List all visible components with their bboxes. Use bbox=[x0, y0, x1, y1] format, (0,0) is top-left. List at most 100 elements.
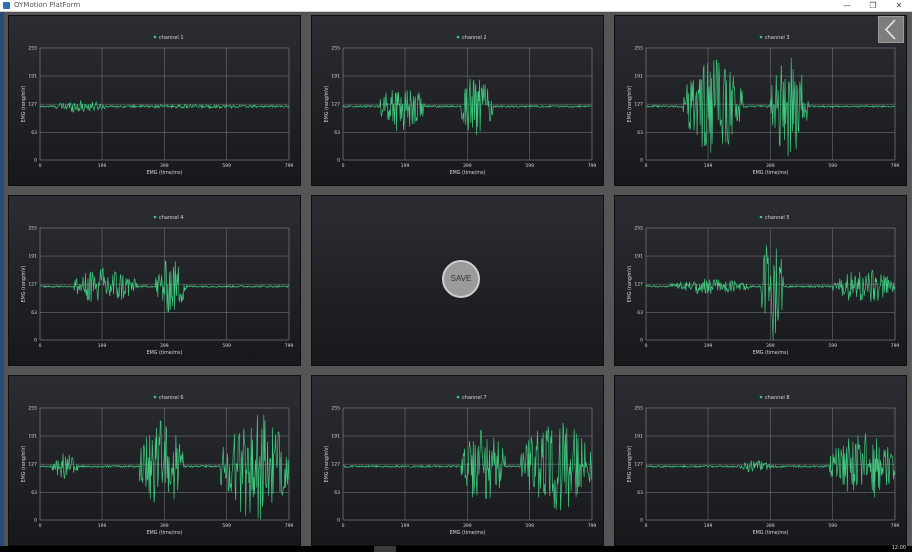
taskbar-clock: 12:00 bbox=[891, 545, 906, 551]
y-tick-label: 127 bbox=[634, 102, 643, 108]
y-tick-label: 63 bbox=[31, 490, 37, 496]
legend-label: channel 6 bbox=[159, 395, 184, 401]
main-area: channel 1 0 199 399 599 799 0 63 127 191 255 EMG (t… bbox=[4, 12, 910, 552]
x-tick-label: 199 bbox=[401, 523, 410, 529]
x-tick-label: 0 bbox=[645, 523, 648, 529]
y-tick-label: 127 bbox=[28, 282, 37, 288]
y-tick-label: 255 bbox=[634, 226, 643, 232]
y-tick-label: 63 bbox=[31, 130, 37, 136]
x-tick-label: 599 bbox=[828, 523, 837, 529]
chart-6: channel 6 0 199 399 599 799 0 63 127 191 255 EMG (t… bbox=[21, 395, 293, 536]
y-tick-label: 191 bbox=[331, 74, 340, 80]
x-tick-label: 199 bbox=[704, 163, 713, 169]
x-tick-label: 399 bbox=[463, 523, 472, 529]
y-tick-label: 191 bbox=[28, 254, 37, 260]
chart-panel-7: channel 7 0 199 399 599 799 0 63 127 191 255 EMG (t… bbox=[311, 375, 604, 546]
taskbar-app[interactable] bbox=[374, 546, 396, 552]
x-tick-label: 799 bbox=[588, 163, 597, 169]
chart-panel-2: channel 2 0 199 399 599 799 0 63 127 191 255 EMG (t… bbox=[311, 15, 604, 186]
y-tick-label: 255 bbox=[331, 406, 340, 412]
x-tick-label: 199 bbox=[704, 523, 713, 529]
x-tick-label: 399 bbox=[766, 523, 775, 529]
legend-marker bbox=[456, 35, 460, 39]
legend-marker bbox=[153, 35, 157, 39]
chart-5: channel 5 0 199 399 599 799 0 63 127 191 255 EMG (t… bbox=[627, 215, 900, 356]
x-tick-label: 0 bbox=[342, 523, 345, 529]
legend-label: channel 2 bbox=[462, 35, 487, 41]
y-tick-label: 191 bbox=[634, 74, 643, 80]
chart-panel-8: channel 8 0 199 399 599 799 0 63 127 191 255 EMG (t… bbox=[614, 375, 907, 546]
save-panel: SAVE bbox=[311, 195, 604, 366]
y-tick-label: 255 bbox=[28, 46, 37, 52]
y-tick-label: 63 bbox=[334, 130, 340, 136]
save-button[interactable]: SAVE bbox=[442, 260, 480, 298]
x-tick-label: 199 bbox=[98, 343, 107, 349]
x-tick-label: 199 bbox=[401, 163, 410, 169]
x-tick-label: 399 bbox=[160, 343, 169, 349]
minimize-button[interactable]: — bbox=[834, 0, 860, 11]
x-tick-label: 599 bbox=[222, 163, 231, 169]
x-tick-label: 599 bbox=[828, 343, 837, 349]
y-tick-label: 63 bbox=[637, 310, 643, 316]
x-axis-label: EMG (time/ms) bbox=[450, 170, 486, 176]
maximize-button[interactable]: ❐ bbox=[860, 0, 886, 11]
y-tick-label: 0 bbox=[337, 158, 340, 164]
legend-marker bbox=[759, 215, 763, 219]
x-tick-label: 0 bbox=[645, 163, 648, 169]
y-axis-label: EMG (rang/mV) bbox=[21, 266, 27, 303]
y-tick-label: 255 bbox=[331, 46, 340, 52]
x-tick-label: 599 bbox=[828, 163, 837, 169]
legend-marker bbox=[759, 35, 763, 39]
y-tick-label: 63 bbox=[334, 490, 340, 496]
legend-marker bbox=[759, 395, 763, 399]
y-tick-label: 127 bbox=[634, 282, 643, 288]
x-axis-label: EMG (time/ms) bbox=[753, 530, 789, 536]
x-tick-label: 799 bbox=[891, 523, 900, 529]
x-axis-label: EMG (time/ms) bbox=[753, 170, 789, 176]
y-tick-label: 0 bbox=[34, 518, 37, 524]
chart-panel-3: channel 3 0 199 399 599 799 0 63 127 191 255 EMG (t… bbox=[614, 15, 907, 186]
x-tick-label: 0 bbox=[645, 343, 648, 349]
legend-marker bbox=[153, 395, 157, 399]
y-tick-label: 255 bbox=[28, 406, 37, 412]
x-tick-label: 0 bbox=[39, 163, 42, 169]
window-title: OYMotion PlatForm bbox=[14, 1, 81, 9]
x-axis-label: EMG (time/ms) bbox=[147, 530, 183, 536]
back-button[interactable] bbox=[878, 16, 904, 43]
legend-marker bbox=[456, 395, 460, 399]
y-tick-label: 63 bbox=[637, 490, 643, 496]
taskbar: 12:00 bbox=[0, 545, 912, 552]
x-tick-label: 599 bbox=[525, 523, 534, 529]
x-tick-label: 199 bbox=[704, 343, 713, 349]
app-icon bbox=[3, 2, 10, 9]
x-tick-label: 399 bbox=[766, 163, 775, 169]
y-axis-label: EMG (rang/mV) bbox=[324, 446, 330, 483]
x-tick-label: 599 bbox=[222, 343, 231, 349]
y-tick-label: 127 bbox=[634, 462, 643, 468]
y-tick-label: 127 bbox=[331, 102, 340, 108]
chart-panel-1: channel 1 0 199 399 599 799 0 63 127 191 255 EMG (t… bbox=[8, 15, 301, 186]
legend-marker bbox=[153, 215, 157, 219]
x-tick-label: 399 bbox=[463, 163, 472, 169]
y-tick-label: 127 bbox=[331, 462, 340, 468]
chart-1: channel 1 0 199 399 599 799 0 63 127 191 255 EMG (t… bbox=[21, 35, 293, 176]
y-tick-label: 63 bbox=[31, 310, 37, 316]
close-button[interactable]: ✕ bbox=[886, 0, 912, 11]
y-tick-label: 255 bbox=[28, 226, 37, 232]
title-bar: OYMotion PlatForm — ❐ ✕ bbox=[0, 0, 912, 12]
y-axis-label: EMG (rang/mV) bbox=[627, 86, 633, 123]
chart-4: channel 4 0 199 399 599 799 0 63 127 191 255 EMG (t… bbox=[21, 215, 294, 356]
x-tick-label: 799 bbox=[285, 343, 294, 349]
x-tick-label: 599 bbox=[222, 523, 231, 529]
x-tick-label: 199 bbox=[98, 163, 107, 169]
x-tick-label: 199 bbox=[98, 523, 107, 529]
x-tick-label: 399 bbox=[160, 523, 169, 529]
chart-panel-5: channel 5 0 199 399 599 799 0 63 127 191 255 EMG (t… bbox=[614, 195, 907, 366]
chart-2: channel 2 0 199 399 599 799 0 63 127 191 255 EMG (t… bbox=[324, 35, 597, 176]
y-axis-label: EMG (rang/mV) bbox=[21, 86, 27, 123]
x-tick-label: 799 bbox=[891, 343, 900, 349]
y-tick-label: 63 bbox=[637, 130, 643, 136]
y-tick-label: 191 bbox=[634, 254, 643, 260]
x-axis-label: EMG (time/ms) bbox=[147, 350, 183, 356]
x-tick-label: 599 bbox=[525, 163, 534, 169]
